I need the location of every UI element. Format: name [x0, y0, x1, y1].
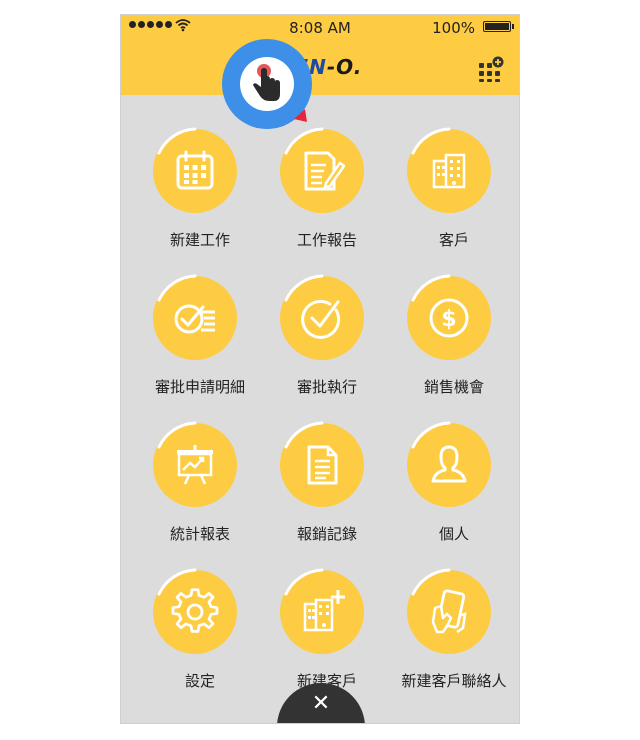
- app-grid-add-icon[interactable]: [477, 55, 505, 83]
- hand-pointer-icon: [253, 64, 280, 101]
- status-bar: 8:08 AM 100%: [121, 15, 519, 39]
- app-screen: 8:08 AM 100% CHEN-O.: [120, 14, 520, 724]
- tile-label: 新建工作: [169, 231, 230, 249]
- chart-board-icon: [177, 445, 213, 485]
- tile-new-task[interactable]: 新建工作: [129, 125, 259, 265]
- tile-label: 報銷記錄: [296, 525, 357, 543]
- add-building-icon: [303, 590, 345, 632]
- tile-label: 工作報告: [296, 231, 357, 249]
- tile-new-customer-contact[interactable]: 新建客戶聯絡人: [383, 566, 513, 706]
- close-icon: ✕: [311, 691, 331, 716]
- tile-label: 統計報表: [169, 525, 230, 543]
- phone-hand-icon: [431, 589, 467, 634]
- person-icon: [431, 445, 467, 483]
- battery-icon: [483, 21, 514, 32]
- tile-label: 審批執行: [296, 378, 357, 396]
- tile-expense-records[interactable]: 報銷記錄: [256, 419, 386, 559]
- tile-label: 銷售機會: [423, 378, 484, 396]
- pointer-arrow-icon: [294, 109, 307, 122]
- calendar-icon: [176, 150, 214, 190]
- tile-sales-opportunity[interactable]: $ 銷售機會: [383, 272, 513, 412]
- tile-approval-execute[interactable]: 審批執行: [256, 272, 386, 412]
- tile-label: 客戶: [438, 231, 469, 249]
- tile-label: 審批申請明細: [154, 378, 245, 396]
- app-header: 8:08 AM 100% CHEN-O.: [121, 15, 519, 95]
- tile-label: 新建客戶聯絡人: [401, 672, 507, 690]
- tile-settings[interactable]: 設定: [129, 566, 259, 706]
- svg-text:$: $: [441, 307, 456, 332]
- gear-icon: [171, 588, 219, 633]
- approval-list-icon: [174, 304, 215, 334]
- battery-percent: 100%: [432, 19, 475, 37]
- buildings-icon: [432, 153, 466, 189]
- tile-customers[interactable]: 客戶: [383, 125, 513, 265]
- tile-work-report[interactable]: 工作報告: [256, 125, 386, 265]
- tile-approval-details[interactable]: 審批申請明細: [129, 272, 259, 412]
- report-edit-icon: [304, 151, 346, 191]
- check-circle-icon: [301, 299, 341, 339]
- tile-personal[interactable]: 個人: [383, 419, 513, 559]
- document-icon: [307, 445, 338, 485]
- tile-label: 設定: [184, 672, 215, 690]
- tile-label: 個人: [438, 525, 469, 543]
- tile-statistics[interactable]: 統計報表: [129, 419, 259, 559]
- dollar-circle-icon: $: [429, 298, 469, 338]
